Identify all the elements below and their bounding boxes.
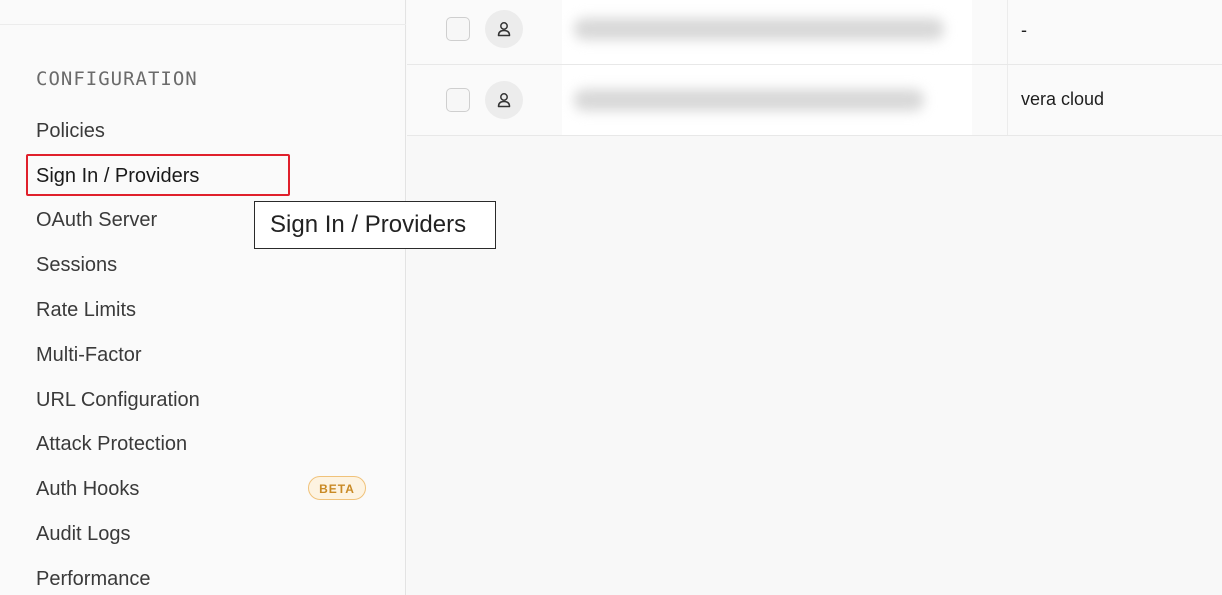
sidebar-item-attack-protection[interactable]: Attack Protection [36, 432, 187, 456]
sidebar-item-rate-limits[interactable]: Rate Limits [36, 298, 136, 322]
row-checkbox[interactable] [446, 88, 470, 112]
table-row[interactable]: vera cloud [407, 65, 1222, 136]
sidebar-item-url-configuration[interactable]: URL Configuration [36, 388, 200, 412]
user-icon [497, 22, 511, 37]
sidebar-item-policies[interactable]: Policies [36, 119, 105, 143]
blurred-email-cell [562, 0, 972, 64]
sidebar-divider [0, 24, 406, 25]
sidebar: CONFIGURATION Policies Sign In / Provide… [0, 0, 406, 595]
beta-badge: BETA [308, 476, 366, 500]
sidebar-item-multi-factor[interactable]: Multi-Factor [36, 343, 142, 367]
users-table: - vera cloud [407, 0, 1222, 595]
sidebar-item-sessions[interactable]: Sessions [36, 253, 117, 277]
sidebar-item-audit-logs[interactable]: Audit Logs [36, 522, 131, 546]
highlight-box [26, 154, 290, 196]
provider-cell: vera cloud [1021, 89, 1105, 109]
user-avatar [485, 81, 523, 119]
table-row[interactable]: - [407, 0, 1222, 65]
sidebar-item-oauth-server[interactable]: OAuth Server [36, 208, 157, 232]
blurred-email-cell [562, 65, 972, 135]
sidebar-item-auth-hooks[interactable]: Auth Hooks [36, 477, 139, 501]
user-icon [497, 93, 511, 108]
row-checkbox[interactable] [446, 17, 470, 41]
section-title-configuration: CONFIGURATION [36, 68, 198, 90]
user-avatar [485, 10, 523, 48]
provider-cell: - [1021, 20, 1027, 40]
tooltip: Sign In / Providers [254, 201, 496, 249]
sidebar-item-performance[interactable]: Performance [36, 567, 151, 591]
